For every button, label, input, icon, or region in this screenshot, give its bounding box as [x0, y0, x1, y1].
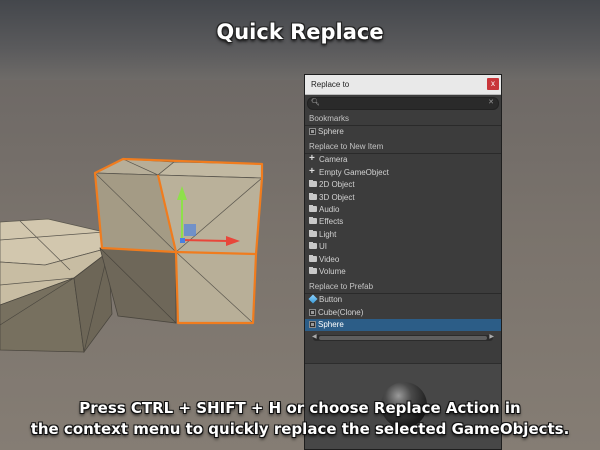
search-input[interactable]: [321, 98, 486, 108]
selected-cube-top: [94, 158, 263, 255]
folder-icon: [309, 254, 317, 262]
close-button[interactable]: x: [487, 78, 499, 90]
horizontal-scrollbar[interactable]: ◀ ▶: [312, 333, 494, 342]
list-item-label: 2D Object: [319, 180, 355, 190]
list-item-label: Cube(Clone): [318, 307, 364, 317]
folder-icon: [309, 180, 317, 188]
gameobject-icon: [309, 128, 316, 135]
scroll-right-icon[interactable]: ▶: [489, 333, 494, 340]
list-item-label: Light: [319, 229, 337, 239]
folder-icon: [309, 266, 317, 274]
section-new-item: Replace to New Item: [305, 140, 501, 155]
gameobject-icon: [309, 308, 316, 316]
window-titlebar[interactable]: Replace to x: [305, 75, 501, 95]
list-item-prefab[interactable]: Button: [305, 294, 501, 306]
search-field[interactable]: 🔍︎ ✕: [307, 97, 499, 110]
folder-icon: [309, 204, 317, 212]
scene-view[interactable]: [0, 0, 600, 450]
list-item-label: Video: [319, 254, 340, 264]
list-item-bookmark[interactable]: Sphere: [305, 126, 501, 138]
list-item-new[interactable]: UI: [305, 241, 501, 253]
scene-geometry: [0, 157, 264, 354]
list-item-new[interactable]: Audio: [305, 204, 501, 216]
replace-to-window[interactable]: Replace to x 🔍︎ ✕ Bookmarks Sphere Repla…: [304, 74, 502, 450]
list-item-prefab-selected[interactable]: Sphere: [305, 319, 501, 332]
folder-icon: [309, 192, 317, 200]
left-mesh-block: [0, 218, 117, 354]
list-item-label: UI: [319, 242, 327, 252]
search-icon: 🔍︎: [311, 99, 320, 106]
list-item-new[interactable]: Camera: [305, 153, 501, 166]
section-bookmarks: Bookmarks: [305, 112, 501, 126]
list-item-new[interactable]: Effects: [305, 216, 501, 228]
list-item-new[interactable]: 2D Object: [305, 179, 501, 191]
window-title: Replace to: [311, 80, 350, 89]
list-item-new[interactable]: Empty GameObject: [305, 166, 501, 179]
list-item-new[interactable]: Video: [305, 254, 501, 266]
list-item-label: Sphere: [318, 127, 344, 136]
caption-line-1: Press CTRL + SHIFT + H or choose Replace…: [79, 399, 521, 417]
scrollbar-thumb[interactable]: [319, 336, 487, 341]
list-item-label: Camera: [319, 155, 348, 165]
list-item-new[interactable]: Volume: [305, 266, 501, 278]
scroll-left-icon[interactable]: ◀: [312, 333, 317, 340]
headline-title: Quick Replace: [216, 20, 384, 44]
list-item-label: Empty GameObject: [319, 167, 389, 177]
selected-cube-bottom: [175, 251, 257, 324]
list-item-label: Audio: [319, 204, 340, 214]
list-item-label: Sphere: [318, 320, 344, 330]
list-item-new[interactable]: 3D Object: [305, 192, 501, 204]
list-item-label: Volume: [319, 266, 346, 276]
folder-icon: [309, 242, 317, 250]
gameobject-icon: [309, 321, 316, 329]
section-prefab: Replace to Prefab: [305, 280, 501, 295]
caption: Press CTRL + SHIFT + H or choose Replace…: [0, 398, 600, 440]
list-item-label: 3D Object: [319, 192, 355, 202]
folder-icon: [309, 229, 317, 237]
list-item-label: Button: [319, 295, 343, 305]
caption-line-2: the context menu to quickly replace the …: [30, 420, 570, 438]
prefab-icon: [308, 294, 318, 304]
list-item-prefab[interactable]: Cube(Clone): [305, 307, 501, 319]
clear-search-icon[interactable]: ✕: [488, 98, 494, 106]
folder-icon: [309, 217, 317, 225]
plus-icon: [309, 153, 317, 165]
plus-icon: [309, 166, 317, 178]
list-item-label: Effects: [319, 217, 344, 227]
list-item-new[interactable]: Light: [305, 229, 501, 241]
